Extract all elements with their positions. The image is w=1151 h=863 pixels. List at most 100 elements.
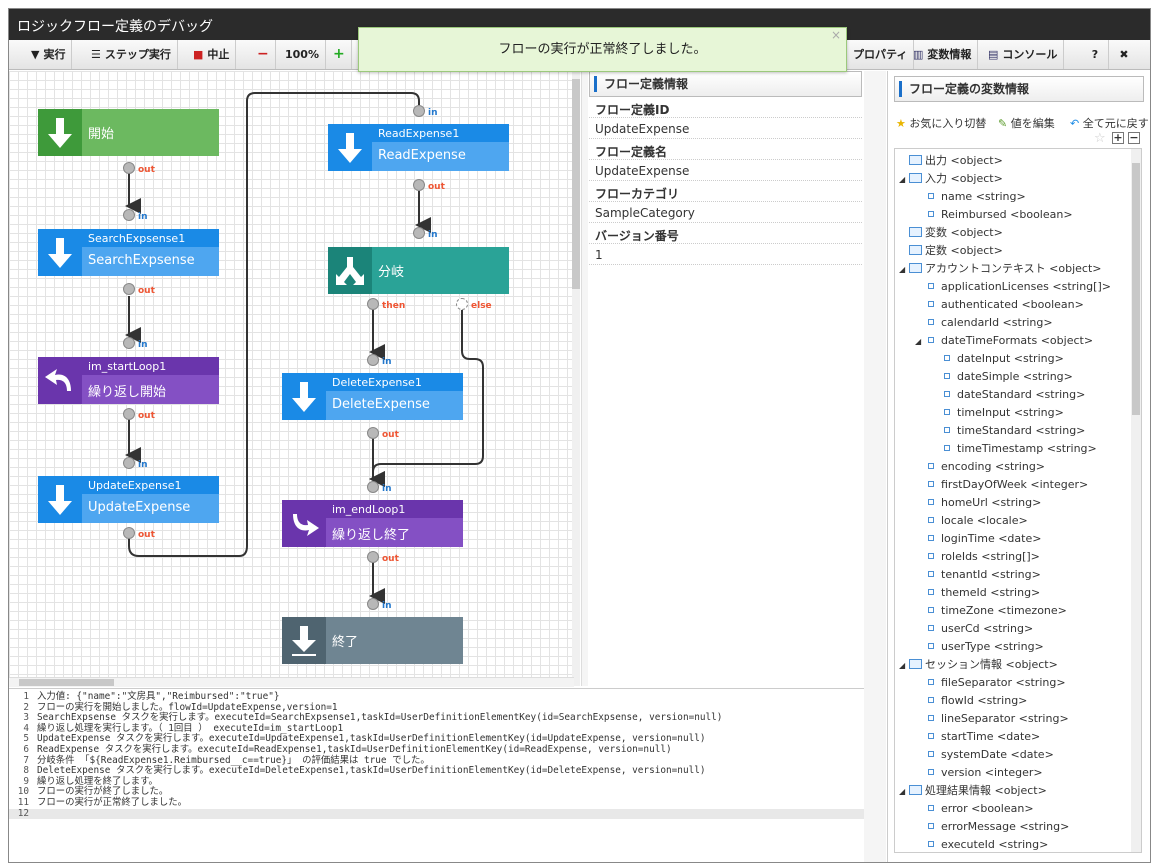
expand-toggle-icon[interactable]: ◢	[899, 171, 909, 189]
end-in-port[interactable]	[367, 598, 379, 610]
zoom-out-button[interactable]: −	[251, 40, 276, 69]
canvas-vertical-scrollbar[interactable]	[572, 71, 580, 686]
edit-value-button[interactable]: ✎ 値を編集	[998, 115, 1055, 131]
loop-start-node[interactable]: im_startLoop1 繰り返し開始	[38, 357, 219, 404]
search-out-port[interactable]	[123, 283, 135, 295]
reset-all-button[interactable]: ↶ 全て元に戻す	[1070, 115, 1149, 131]
tree-node[interactable]: 定数 <object>	[895, 242, 1003, 260]
collapse-all-icon[interactable]: −	[1128, 132, 1140, 144]
flow-canvas[interactable]: 開始 out in SearchExpsense1 SearchExpsense…	[9, 71, 580, 686]
search-expsense-node[interactable]: SearchExpsense1 SearchExpsense	[38, 229, 219, 276]
star-outline-icon[interactable]: ☆	[1094, 131, 1106, 146]
tree-node[interactable]: 出力 <object>	[895, 152, 1003, 170]
tree-node[interactable]: userCd <string>	[895, 620, 1033, 638]
tree-node[interactable]: dateInput <string>	[895, 350, 1064, 368]
vars-splitter[interactable]	[864, 71, 886, 862]
tree-node[interactable]: loginTime <date>	[895, 530, 1041, 548]
loop-start-out-port[interactable]	[123, 408, 135, 420]
update-expense-node[interactable]: UpdateExpense1 UpdateExpense	[38, 476, 219, 523]
tree-node[interactable]: version <integer>	[895, 764, 1043, 782]
read-in-port[interactable]	[413, 105, 425, 117]
tree-node[interactable]: timeInput <string>	[895, 404, 1064, 422]
end-node[interactable]: 終了	[282, 617, 463, 664]
tree-node[interactable]: dateSimple <string>	[895, 368, 1073, 386]
tree-node[interactable]: timeZone <timezone>	[895, 602, 1067, 620]
branch-then-port[interactable]	[367, 298, 379, 310]
tree-node[interactable]: tenantId <string>	[895, 566, 1041, 584]
properties-tab[interactable]: プロパティ	[847, 40, 915, 69]
tree-node[interactable]: roleIds <string[]>	[895, 548, 1040, 566]
tree-node[interactable]: homeUrl <string>	[895, 494, 1041, 512]
read-out-port[interactable]	[413, 179, 425, 191]
tree-node[interactable]: themeId <string>	[895, 584, 1040, 602]
help-button[interactable]: ?	[1082, 40, 1109, 69]
expand-toggle-icon[interactable]: ◢	[899, 261, 909, 279]
tree-node[interactable]: calendarId <string>	[895, 314, 1053, 332]
search-in-port[interactable]	[123, 209, 135, 221]
step-run-button[interactable]: ☰ ステップ実行	[85, 40, 178, 69]
loop-end-node[interactable]: im_endLoop1 繰り返し終了	[282, 500, 463, 547]
expand-all-icon[interactable]: +	[1112, 132, 1124, 144]
expand-toggle-icon[interactable]: ◢	[899, 783, 909, 801]
tree-node[interactable]: systemDate <date>	[895, 746, 1054, 764]
variable-tree[interactable]: 出力 <object> ◢ 入力 <object> name <string> Reim…	[894, 148, 1142, 853]
read-expense-node[interactable]: ReadExpense1 ReadExpense	[328, 124, 509, 171]
delete-expense-node[interactable]: DeleteExpense1 DeleteExpense	[282, 373, 463, 420]
branch-in-port[interactable]	[413, 227, 425, 239]
start-node[interactable]: 開始	[38, 109, 219, 156]
tree-node[interactable]: startTime <date>	[895, 728, 1040, 746]
tree-node[interactable]: name <string>	[895, 188, 1026, 206]
loop-end-in-port[interactable]	[367, 481, 379, 493]
tree-node[interactable]: lineSeparator <string>	[895, 710, 1069, 728]
tree-node[interactable]: error <boolean>	[895, 800, 1034, 818]
update-out-port[interactable]	[123, 527, 135, 539]
loop-end-out-port[interactable]	[367, 551, 379, 563]
console-tab[interactable]: ▤ コンソール	[982, 40, 1065, 69]
tree-node[interactable]: ◢ セッション情報 <object>	[895, 656, 1058, 674]
run-button[interactable]: ▼ 実行	[25, 40, 73, 69]
delete-in-port[interactable]	[367, 354, 379, 366]
tree-node[interactable]: Reimbursed <boolean>	[895, 206, 1073, 224]
tree-node[interactable]: locale <locale>	[895, 512, 1028, 530]
start-out-port[interactable]	[123, 162, 135, 174]
tree-vertical-scrollbar[interactable]	[1131, 149, 1141, 852]
zoom-level[interactable]: 100%	[279, 40, 326, 69]
console-panel[interactable]: 1 入力値: {"name":"文房具","Reimbursed":"true"}…	[9, 688, 864, 862]
tree-node[interactable]: fileSeparator <string>	[895, 674, 1066, 692]
toast-close-icon[interactable]: ×	[831, 14, 841, 57]
expand-toggle-icon[interactable]: ◢	[915, 333, 925, 351]
tree-node[interactable]: 変数 <object>	[895, 224, 1003, 242]
update-in-port[interactable]	[123, 457, 135, 469]
field-icon	[928, 193, 934, 199]
close-icon[interactable]: ✖	[1109, 40, 1139, 69]
tree-node[interactable]: applicationLicenses <string[]>	[895, 278, 1111, 296]
branch-node[interactable]: 分岐	[328, 247, 509, 294]
stop-button[interactable]: ■ 中止	[187, 40, 237, 69]
tree-node[interactable]: firstDayOfWeek <integer>	[895, 476, 1088, 494]
delete-out-port[interactable]	[367, 427, 379, 439]
variable-info-tab[interactable]: ▥ 変数情報	[907, 40, 979, 69]
tree-node[interactable]: authenticated <boolean>	[895, 296, 1084, 314]
tree-node[interactable]: timeStandard <string>	[895, 422, 1085, 440]
canvas-horizontal-scrollbar[interactable]	[9, 677, 574, 687]
expand-toggle-icon[interactable]: ◢	[899, 657, 909, 675]
node-id: DeleteExpense1	[332, 376, 422, 389]
tree-node[interactable]: userType <string>	[895, 638, 1044, 656]
branch-else-port[interactable]	[456, 298, 468, 310]
tree-node[interactable]: ◢ 入力 <object>	[895, 170, 1003, 188]
tree-node[interactable]: ◢ 処理結果情報 <object>	[895, 782, 1047, 800]
tree-node[interactable]: ◢ dateTimeFormats <object>	[895, 332, 1093, 350]
pane-splitter[interactable]	[581, 71, 588, 686]
zoom-in-button[interactable]: +	[327, 40, 352, 69]
loop-start-in-port[interactable]	[123, 337, 135, 349]
tree-node[interactable]: executeId <string>	[895, 836, 1048, 852]
tree-node-label: 定数 <object>	[925, 244, 1003, 257]
tree-node[interactable]: dateStandard <string>	[895, 386, 1085, 404]
tree-node[interactable]: ◢ アカウントコンテキスト <object>	[895, 260, 1102, 278]
tree-node[interactable]: flowId <string>	[895, 692, 1027, 710]
toast-message: フローの実行が正常終了しました。	[498, 42, 707, 57]
tree-node[interactable]: encoding <string>	[895, 458, 1045, 476]
favorite-toggle-button[interactable]: ★ お気に入り切替	[896, 115, 986, 131]
tree-node[interactable]: errorMessage <string>	[895, 818, 1069, 836]
tree-node[interactable]: timeTimestamp <string>	[895, 440, 1097, 458]
